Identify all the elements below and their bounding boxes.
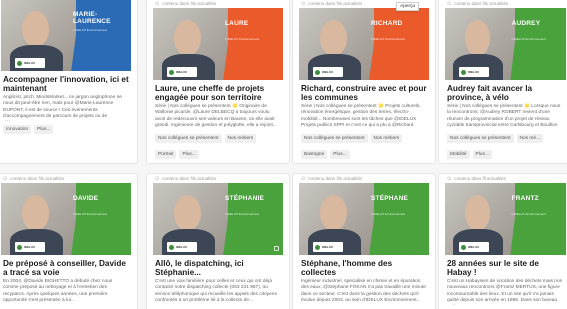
tag[interactable]: Innovation [3,125,32,134]
card-excerpt: Série | Nos collègues se présentent 🌟 Pr… [301,104,421,130]
card-thumbnail[interactable]: RICHARD L'IDELUX Environnement IDELUX [299,8,429,80]
card-tags: Bastogne Plus... [293,147,435,163]
news-card[interactable]: ⊙ contenu dans fils actualités AUDREY L'I… [438,0,567,164]
thumbnail-subtitle: L'IDELUX Environnement [371,37,406,41]
thumbnail-name: LAURE [225,20,249,27]
tag-more[interactable]: Plus... [472,150,492,159]
feed-icon: ⊙ [3,175,8,182]
card-thumbnail[interactable]: STÉPHANE L'IDELUX Environnement IDELUX [299,183,429,255]
card-excerpt: C'est une voix familière pour celles et … [155,279,277,304]
tag[interactable]: Nos collègues se présentent [301,134,368,143]
feed-icon: ⊙ [301,175,306,182]
news-card[interactable]: ⊙ contenu dans fils actualités RICHARD L'… [292,0,436,164]
card-excerpt: Ingénieur industriel, spécialisé en chim… [301,279,426,304]
card-title[interactable]: Richard, construire avec et pour les com… [293,80,435,102]
card-tags: Nos collègues se présentent Nos métiers [293,130,435,147]
card-title[interactable]: Stéphane, l'homme des collectes [293,255,435,277]
thumbnail-name: FRANTZ [511,195,539,202]
feed-icon: ⊙ [447,175,452,182]
thumbnail-subtitle: L'IDELUX Environnement [511,37,546,41]
card-thumbnail[interactable]: DAVIDE L'IDELUX Environnement IDELUX [1,183,131,255]
tag[interactable]: Mobilité [447,150,470,159]
thumbnail-subtitle: L'IDELUX Environnement [225,37,260,41]
card-thumbnail[interactable]: LAURE L'IDELUX Environnement IDELUX [153,8,283,80]
thumbnail-subtitle: L'IDELUX Environnement [371,212,406,216]
thumbnail-name: RICHARD [371,20,403,27]
card-title[interactable]: Allô, le dispatching, ici Stéphanie... [147,255,289,277]
tag[interactable]: Nos collègues se présentent [447,134,514,143]
idelux-logo: IDELUX [459,67,489,77]
idelux-logo: IDELUX [313,242,343,252]
feed-icon: ⊙ [155,0,160,7]
news-card[interactable]: ⊙ contenu dans fils actualités LAURE L'ID… [146,0,290,164]
thumbnail-name: STÉPHANE [371,195,408,202]
tag[interactable]: Nos métiers [370,134,403,143]
tag-more[interactable]: Plus... [330,150,350,159]
expand-icon [274,246,279,251]
feed-icon: ⊙ [155,175,160,182]
thumbnail-name: MARIE- LAURENCE [73,11,111,25]
tag[interactable]: Nos collègues se présentent [155,134,222,143]
thumbnail-subtitle: L'IDELUX Environnement [73,212,108,216]
card-source: ⊙ contenu dans fils actualités [447,0,509,7]
news-grid: Aperçu MARIE- LAURENCE L'IDELUX Environn… [0,0,567,309]
card-thumbnail[interactable]: AUDREY L'IDELUX Environnement IDELUX [445,8,566,80]
card-excerpt: En 2004, @Davide BIGHETTO a débuté chez … [3,279,113,304]
card-title[interactable]: Laure, une cheffe de projets engagée pou… [147,80,289,102]
idelux-logo: IDELUX [313,67,343,77]
tag[interactable]: Nos mé... [516,134,544,143]
card-tags: Nos collègues se présentent Nos mé... [439,130,567,147]
card-thumbnail[interactable]: STÉPHANIE L'IDELUX Environnement IDELUX [153,183,283,255]
tag[interactable]: Portrait [155,150,177,159]
tag[interactable]: Bastogne [301,150,328,159]
thumbnail-subtitle: L'IDELUX Environnement [225,212,260,216]
news-card[interactable]: ⊙ contenu dans fils actualités DAVIDE L'I… [0,173,138,309]
news-card[interactable]: ⊙ contenu dans fils actualités STÉPHANE L… [292,173,436,309]
card-source: ⊙ contenu dans fils actualités [3,175,65,182]
idelux-logo: IDELUX [167,242,197,252]
thumbnail-name: AUDREY [511,20,541,27]
idelux-logo: IDELUX [167,67,197,77]
card-tags: Portrait Plus... [147,147,289,163]
card-title[interactable]: Accompagner l'innovation, ici et mainten… [0,71,137,93]
feed-icon: ⊙ [447,0,452,7]
card-tags: Mobilité Plus... [439,147,567,163]
card-source: ⊙ contenu dans fils actualités [155,0,217,7]
card-title[interactable]: Audrey fait avancer la province, à vélo [439,80,567,102]
tag-more[interactable]: Plus... [179,150,199,159]
idelux-logo: IDELUX [15,58,45,68]
card-excerpt: C'est un Habaysien de vocation des déche… [447,279,563,305]
card-thumbnail[interactable]: MARIE- LAURENCE L'IDELUX Environnement I… [1,0,131,71]
card-thumbnail[interactable]: FRANTZ L'IDELUX Environnement IDELUX [445,183,566,255]
card-source: ⊙ contenu dans fils actualités [301,175,363,182]
idelux-logo: IDELUX [15,242,45,252]
card-excerpt: Anglicist, pitch, MindsMarket... ce jarg… [3,95,122,121]
card-title[interactable]: 28 années sur le site de Habay ! [439,255,567,277]
news-card[interactable]: MARIE- LAURENCE L'IDELUX Environnement I… [0,0,138,164]
preview-tooltip: Aperçu [396,2,420,11]
card-source: ⊙ contenu dans fil actualités [447,175,506,182]
card-tags: Nos collègues se présentent Nos métiers [147,130,289,147]
card-tags: Innovation Plus... [0,121,137,138]
card-source: ⊙ contenu dans fils actualités [155,175,217,182]
thumbnail-name: DAVIDE [73,195,99,202]
news-card[interactable]: ⊙ contenu dans fil actualités FRANTZ L'ID… [438,173,567,309]
tag-more[interactable]: Plus... [34,125,54,134]
thumbnail-name: STÉPHANIE [225,195,265,202]
thumbnail-subtitle: L'IDELUX Environnement [511,212,546,216]
thumbnail-subtitle: L'IDELUX Environnement [73,28,108,32]
card-excerpt: Série | Nos collègues se présentent 🌟 Or… [155,104,277,129]
tag[interactable]: Nos métiers [224,134,257,143]
card-title[interactable]: De préposé à conseiller, Davide a tracé … [0,255,137,277]
card-excerpt: Série | Nos collègues se présentent 🌟 Lo… [447,104,561,130]
news-card[interactable]: ⊙ contenu dans fils actualités STÉPHANIE … [146,173,290,309]
feed-icon: ⊙ [301,0,306,7]
idelux-logo: IDELUX [459,242,489,252]
